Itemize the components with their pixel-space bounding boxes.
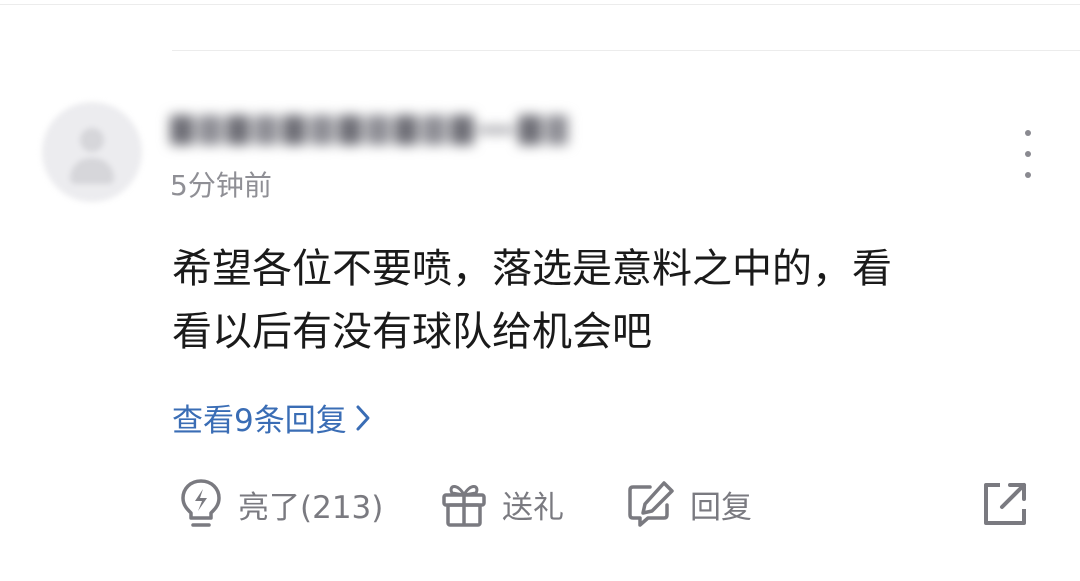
like-count-label: 亮了(213) (238, 489, 384, 526)
share-icon (984, 483, 1026, 525)
comment-line-1: 希望各位不要喷，落选是意料之中的，看 (172, 246, 892, 292)
gift-button[interactable]: 送礼 (440, 476, 564, 532)
chevron-right-icon (356, 405, 370, 430)
avatar[interactable] (42, 102, 142, 202)
reply-label: 回复 (690, 489, 752, 526)
comment-timestamp: 5分钟前 (170, 169, 272, 202)
view-replies-link[interactable]: 查看9条回复 (172, 395, 371, 440)
share-button[interactable] (980, 476, 1030, 532)
lightbulb-icon (181, 479, 221, 527)
header-divider (172, 50, 1080, 51)
reply-button[interactable]: 回复 (626, 476, 752, 532)
comment-content: 希望各位不要喷，落选是意料之中的，看 看以后有没有球队给机会吧 (172, 238, 1032, 364)
gift-label: 送礼 (502, 489, 564, 526)
gift-icon (442, 485, 486, 527)
more-options-icon[interactable] (1013, 130, 1043, 178)
view-replies-label: 查看9条回复 (172, 403, 347, 439)
like-button[interactable]: 亮了(213) (178, 476, 383, 532)
edit-comment-icon (628, 481, 674, 527)
comment-line-2: 看以后有没有球队给机会吧 (172, 309, 652, 355)
top-divider (0, 4, 1080, 5)
username-blurred[interactable] (170, 108, 570, 152)
